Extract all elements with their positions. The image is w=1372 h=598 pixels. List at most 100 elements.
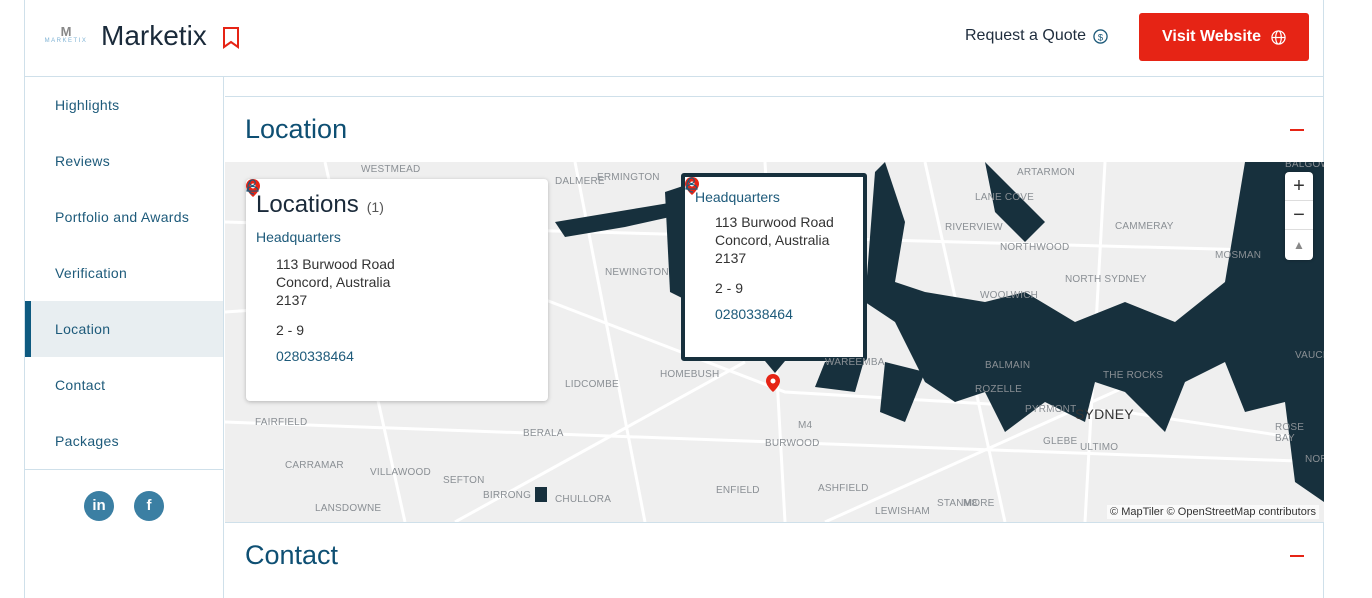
map-label: MOSMAN xyxy=(1215,250,1262,261)
facebook-icon[interactable]: f xyxy=(134,490,164,521)
linkedin-icon[interactable]: in xyxy=(84,490,114,521)
visit-website-label: Visit Website xyxy=(1162,28,1261,45)
map-popup: Headquarters 113 Burwood Road Concord, Au… xyxy=(681,173,867,361)
map-label: CAMMERAY xyxy=(1115,221,1174,232)
collapse-icon[interactable] xyxy=(1290,129,1304,131)
postcode: 2137 xyxy=(715,250,747,266)
map-label: SEFTON xyxy=(443,475,485,486)
map-label: NORTH xyxy=(1305,454,1324,465)
popup-pointer xyxy=(765,361,785,373)
compass-button[interactable]: ▲ xyxy=(1285,230,1313,259)
map-label: ULTIMO xyxy=(1080,442,1119,453)
locations-card: Locations (1) Headquarters 113 Burwood Ro… xyxy=(246,179,548,401)
map-marker-icon[interactable] xyxy=(766,374,780,392)
contact-title: Contact xyxy=(245,540,339,570)
map-label: WAREEMBA xyxy=(825,357,885,368)
company-title: Marketix xyxy=(101,20,207,51)
map-label: THE ROCKS xyxy=(1103,370,1164,381)
zoom-controls: + − ▲ xyxy=(1285,172,1313,260)
sidebar-item-contact[interactable]: Contact xyxy=(25,357,223,413)
map-label: LEWISHAM xyxy=(875,506,930,517)
popup-phone-link[interactable]: 0280338464 xyxy=(686,177,853,322)
location-name: Headquarters xyxy=(256,229,341,245)
map-label: ASHFIELD xyxy=(818,483,869,494)
address-line2: Concord, Australia xyxy=(715,232,830,248)
map-label: STANMORE xyxy=(937,498,995,509)
locations-count: (1) xyxy=(366,199,384,215)
map-label: ENFIELD xyxy=(716,485,760,496)
locations-title: Locations xyxy=(256,191,359,218)
address-line2: Concord, Australia xyxy=(276,274,391,290)
popup-name: Headquarters xyxy=(695,189,780,205)
map-label: ROSE BAY xyxy=(1275,422,1305,444)
sidebar-item-highlights[interactable]: Highlights xyxy=(25,77,223,133)
map-label: BALGOWLAH xyxy=(1285,162,1324,170)
phone-icon xyxy=(247,179,255,195)
popup-address: 113 Burwood Road Concord, Australia 2137 xyxy=(715,213,853,267)
contact-section-header[interactable]: Contact xyxy=(225,522,1324,588)
map-label: CARRAMAR xyxy=(285,460,344,471)
map-label: VILLAWOOD xyxy=(370,467,431,478)
location-title: Location xyxy=(245,114,348,144)
map-label: HOMEBUSH xyxy=(660,369,720,380)
phone-number: 0280338464 xyxy=(276,348,354,364)
phone-link[interactable]: 0280338464 xyxy=(247,179,538,364)
location-section-header[interactable]: Location xyxy=(225,96,1324,162)
address-line1: 113 Burwood Road xyxy=(715,214,834,230)
map-label: NORTHWOOD xyxy=(1000,242,1070,253)
request-quote-link[interactable]: Request a Quote $ xyxy=(965,27,1108,45)
map-label: GLEBE xyxy=(1043,436,1078,447)
page-frame: M MARKETIX Marketix Request a Quote $ Vis… xyxy=(24,0,1324,598)
sidebar-item-location[interactable]: Location xyxy=(25,301,223,357)
visit-website-button[interactable]: Visit Website xyxy=(1139,13,1309,61)
location-name-link[interactable]: Headquarters xyxy=(246,179,538,245)
main-content: Location Locations (1) Headquarters 113 … xyxy=(225,77,1324,598)
svg-text:$: $ xyxy=(1098,32,1104,42)
popup-location-name[interactable]: Headquarters xyxy=(685,177,853,205)
map-label: CHULLORA xyxy=(555,494,612,505)
globe-icon xyxy=(1271,29,1286,45)
sidebar-item-portfolio[interactable]: Portfolio and Awards xyxy=(25,189,223,245)
postcode: 2137 xyxy=(276,292,308,308)
zoom-in-button[interactable]: + xyxy=(1285,172,1313,201)
map-label: BIRRONG xyxy=(483,490,532,501)
dollar-icon: $ xyxy=(1093,28,1108,44)
map-label: WESTMEAD xyxy=(361,164,421,175)
address-line1: 113 Burwood Road xyxy=(276,256,395,272)
map-label: RIVERVIEW xyxy=(945,222,1003,233)
map-label: ARTARMON xyxy=(1017,167,1075,178)
map-label: SYDNEY xyxy=(1075,406,1134,422)
map-label: ROZELLE xyxy=(975,384,1022,395)
request-quote-label: Request a Quote xyxy=(965,27,1086,44)
employees: 2 - 9 xyxy=(246,179,538,338)
map-label: ERMINGTON xyxy=(597,172,660,183)
phone-icon xyxy=(686,177,694,193)
map-label: PYRMONT xyxy=(1025,404,1077,415)
map-label: BALMAIN xyxy=(985,360,1031,371)
map-label: BERALA xyxy=(523,428,564,439)
sidebar: Highlights Reviews Portfolio and Awards … xyxy=(25,77,224,598)
map-label: LIDCOMBE xyxy=(565,379,619,390)
zoom-out-button[interactable]: − xyxy=(1285,201,1313,230)
sidebar-item-verification[interactable]: Verification xyxy=(25,245,223,301)
map-label: WOOLWICH xyxy=(980,290,1039,301)
header: M MARKETIX Marketix Request a Quote $ Vis… xyxy=(25,0,1323,77)
map[interactable]: Locations (1) Headquarters 113 Burwood Ro… xyxy=(225,162,1324,522)
sidebar-item-packages[interactable]: Packages xyxy=(25,413,223,469)
bookmark-icon[interactable] xyxy=(223,27,239,49)
map-label: BURWOOD xyxy=(765,438,820,449)
map-attribution[interactable]: © MapTiler © OpenStreetMap contributors xyxy=(1107,505,1319,519)
map-label: LANSDOWNE xyxy=(315,503,382,514)
map-label: VAUCLUSE xyxy=(1295,350,1324,361)
social-links: in f xyxy=(25,469,223,541)
map-label: M4 xyxy=(798,420,813,431)
address: 113 Burwood Road Concord, Australia 2137 xyxy=(276,255,538,309)
employee-range: 2 - 9 xyxy=(715,280,744,296)
map-label: FAIRFIELD xyxy=(255,417,308,428)
company-logo: M MARKETIX xyxy=(44,24,88,44)
popup-employees: 2 - 9 xyxy=(685,177,853,296)
employee-range: 2 - 9 xyxy=(276,322,305,338)
collapse-icon[interactable] xyxy=(1290,555,1304,557)
sidebar-item-reviews[interactable]: Reviews xyxy=(25,133,223,189)
phone-number: 0280338464 xyxy=(715,306,793,322)
